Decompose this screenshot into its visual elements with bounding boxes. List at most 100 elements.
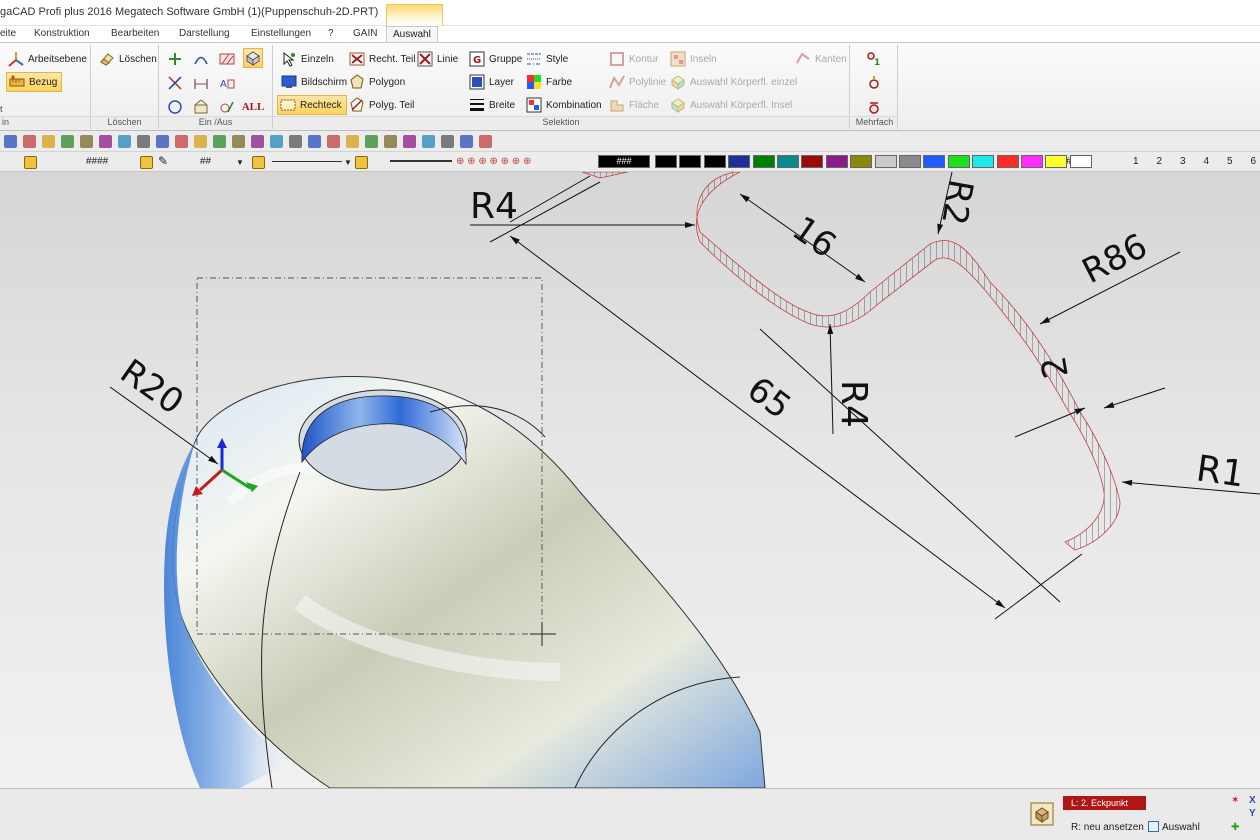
quick-toolbar-icon[interactable]	[308, 135, 321, 148]
layer-number-button[interactable]: 6	[1251, 156, 1257, 167]
layer-number-button[interactable]: 1	[1133, 156, 1139, 167]
quick-toolbar-icon[interactable]	[137, 135, 150, 148]
line-width-preview[interactable]	[390, 160, 452, 162]
tab-darstellung[interactable]: Darstellung	[179, 28, 230, 39]
dim-text-16[interactable]: 16	[785, 209, 843, 267]
dim-line-r4-bottom[interactable]	[827, 323, 834, 435]
quick-toolbar-icon[interactable]	[23, 135, 36, 148]
polyg-teil-button[interactable]: Polyg. Teil	[349, 95, 414, 115]
chevron-down-icon[interactable]: ▼	[236, 158, 244, 167]
kontur-button[interactable]: Kontur	[609, 49, 658, 69]
style-field[interactable]: ##	[200, 156, 211, 167]
tab-startseite[interactable]: eite	[0, 28, 16, 39]
quick-toolbar-icon[interactable]	[346, 135, 359, 148]
drawing-canvas[interactable]: R20 R4 16 R2 R86 65 R4 2 R1	[0, 172, 1260, 788]
farbe-button[interactable]: Farbe	[526, 72, 572, 92]
current-color-field[interactable]: ###	[598, 155, 650, 168]
lock-icon-4[interactable]	[355, 156, 368, 169]
drawing-svg[interactable]: R20 R4 16 R2 R86 65 R4 2 R1	[0, 172, 1260, 788]
dim-text-r86[interactable]: R86	[1076, 226, 1154, 292]
color-swatch[interactable]	[679, 155, 702, 168]
recht-teil-button[interactable]: Recht. Teil	[349, 49, 416, 69]
bezug-button[interactable]: Bezug	[6, 72, 63, 92]
quick-toolbar-icon[interactable]	[4, 135, 17, 148]
quick-toolbar-icon[interactable]	[365, 135, 378, 148]
dim-text-r2[interactable]: R2	[933, 176, 980, 228]
multi-select-2-icon[interactable]	[864, 73, 884, 93]
kombination-button[interactable]: Kombination	[526, 95, 602, 115]
color-swatch[interactable]	[972, 155, 995, 168]
einzeln-button[interactable]: Einzeln	[281, 49, 334, 69]
quick-toolbar-icon[interactable]	[479, 135, 492, 148]
quick-toolbar-icon[interactable]	[175, 135, 188, 148]
quick-toolbar-icon[interactable]	[213, 135, 226, 148]
arc-icon[interactable]	[191, 49, 211, 69]
bildschirm-button[interactable]: Bildschirm	[281, 72, 347, 92]
color-swatch[interactable]	[703, 155, 726, 168]
quick-toolbar-icon[interactable]	[327, 135, 340, 148]
polylinie-button[interactable]: Polylinie	[609, 72, 666, 92]
color-swatch[interactable]	[850, 155, 873, 168]
layer-number-button[interactable]: 2	[1157, 156, 1163, 167]
snap-cube-icon[interactable]	[1030, 802, 1054, 826]
color-swatch[interactable]	[801, 155, 824, 168]
auswahl-koerperfl-insel-button[interactable]: Auswahl Körperfl. Insel	[670, 95, 792, 115]
dim-text-65[interactable]: 65	[740, 369, 799, 427]
quick-toolbar-icon[interactable]	[118, 135, 131, 148]
color-swatch[interactable]	[899, 155, 921, 168]
auswahl-koerperfl-einzel-button[interactable]: Auswahl Körperfl. einzel	[670, 72, 797, 92]
quick-toolbar-icon[interactable]	[232, 135, 245, 148]
quick-toolbar-icon[interactable]	[441, 135, 454, 148]
color-swatch[interactable]	[996, 155, 1019, 168]
dim-text-r1[interactable]: R1	[1194, 448, 1247, 495]
quick-toolbar-icon[interactable]	[99, 135, 112, 148]
color-swatch[interactable]	[752, 155, 775, 168]
tab-help[interactable]: ?	[328, 28, 334, 39]
quick-toolbar-icon[interactable]	[194, 135, 207, 148]
multi-select-1-icon[interactable]: 1	[864, 49, 884, 69]
color-swatch[interactable]	[1021, 155, 1043, 168]
dimension-icon[interactable]	[191, 73, 211, 93]
chevron-down-icon-2[interactable]: ▼	[344, 158, 352, 167]
dim-line-2b[interactable]	[1103, 387, 1166, 409]
flaeche-button[interactable]: Fläche	[609, 95, 659, 115]
color-swatch[interactable]	[874, 155, 897, 168]
lock-icon[interactable]	[24, 156, 37, 169]
inseln-button[interactable]: Inseln	[670, 49, 717, 69]
style-button[interactable]: Style	[526, 49, 568, 69]
tab-einstellungen[interactable]: Einstellungen	[251, 28, 311, 39]
cross-line-icon[interactable]	[165, 73, 185, 93]
color-swatch[interactable]	[825, 155, 848, 168]
pencil-icon[interactable]: ✎	[158, 154, 168, 168]
construction-icon[interactable]	[191, 97, 211, 117]
solid-body-icon[interactable]	[243, 48, 263, 68]
all-toggle-button[interactable]: ALL	[242, 97, 265, 117]
layer-button[interactable]: Layer	[469, 72, 514, 92]
text-icon[interactable]: A	[217, 73, 237, 93]
line-style-preview[interactable]	[272, 161, 342, 162]
quick-toolbar-icon[interactable]	[384, 135, 397, 148]
color-swatch[interactable]	[947, 155, 970, 168]
point-plus-icon[interactable]	[165, 49, 185, 69]
loeschen-button[interactable]: Löschen	[99, 49, 157, 69]
lock-icon-2[interactable]	[140, 156, 153, 169]
tab-gain[interactable]: GAIN	[353, 28, 377, 39]
circle-icon[interactable]	[165, 97, 185, 117]
shoe-shell-model[interactable]	[164, 375, 766, 788]
quick-toolbar-icon[interactable]	[289, 135, 302, 148]
color-swatch[interactable]	[777, 155, 799, 168]
color-swatch[interactable]	[655, 155, 677, 168]
layer-number-button[interactable]: 5	[1227, 156, 1233, 167]
lock-icon-3[interactable]	[252, 156, 265, 169]
symbol-icon[interactable]	[217, 97, 237, 117]
dim-line-2a[interactable]	[1014, 407, 1086, 438]
auswahl-status-label[interactable]: Auswahl	[1162, 822, 1200, 833]
linie-button[interactable]: Linie	[417, 49, 458, 69]
tab-bearbeiten[interactable]: Bearbeiten	[111, 28, 159, 39]
color-swatch[interactable]	[728, 155, 751, 168]
breite-button[interactable]: Breite	[469, 95, 515, 115]
quick-toolbar-icon[interactable]	[422, 135, 435, 148]
dim-text-r4-bottom[interactable]: R4	[833, 380, 874, 428]
auswahl-checkbox[interactable]	[1148, 821, 1159, 832]
quick-toolbar-icon[interactable]	[42, 135, 55, 148]
